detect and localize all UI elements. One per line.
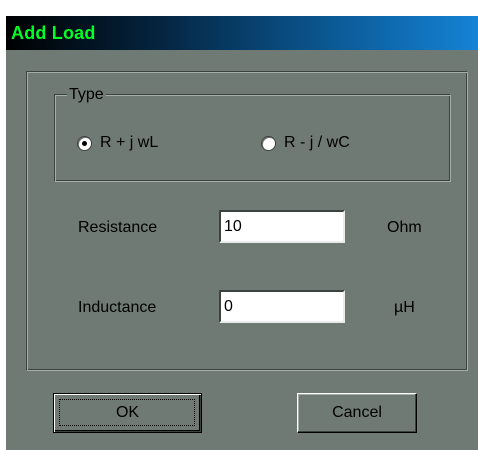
radio-r-minus-jwc-label: R - j / wC xyxy=(284,134,350,151)
radio-selected-icon xyxy=(77,135,92,151)
radio-dot-icon xyxy=(82,140,87,146)
resistance-unit: Ohm xyxy=(387,219,422,236)
radio-r-plus-jwl[interactable]: R + j wL xyxy=(77,134,158,152)
window-title: Add Load xyxy=(11,23,96,43)
resistance-input[interactable] xyxy=(219,210,345,243)
resistance-label: Resistance xyxy=(78,219,158,236)
add-load-dialog: Add Load Type R + j wL R - j / wC Resist… xyxy=(0,0,478,450)
radio-unselected-icon xyxy=(261,135,276,151)
inductance-label: Inductance xyxy=(78,299,157,316)
radio-r-minus-jwc[interactable]: R - j / wC xyxy=(261,134,350,152)
ok-button[interactable]: OK xyxy=(53,393,202,433)
inductance-unit: µH xyxy=(394,299,415,316)
title-bar[interactable]: Add Load xyxy=(6,16,478,50)
cancel-button[interactable]: Cancel xyxy=(297,393,417,433)
type-group-legend: Type xyxy=(67,86,106,104)
dialog-body: Type R + j wL R - j / wC Resistance Ohm … xyxy=(6,50,478,450)
cancel-button-label: Cancel xyxy=(332,404,382,421)
inductance-input[interactable] xyxy=(219,290,345,323)
radio-r-plus-jwl-label: R + j wL xyxy=(100,134,159,151)
ok-button-label: OK xyxy=(115,404,140,421)
